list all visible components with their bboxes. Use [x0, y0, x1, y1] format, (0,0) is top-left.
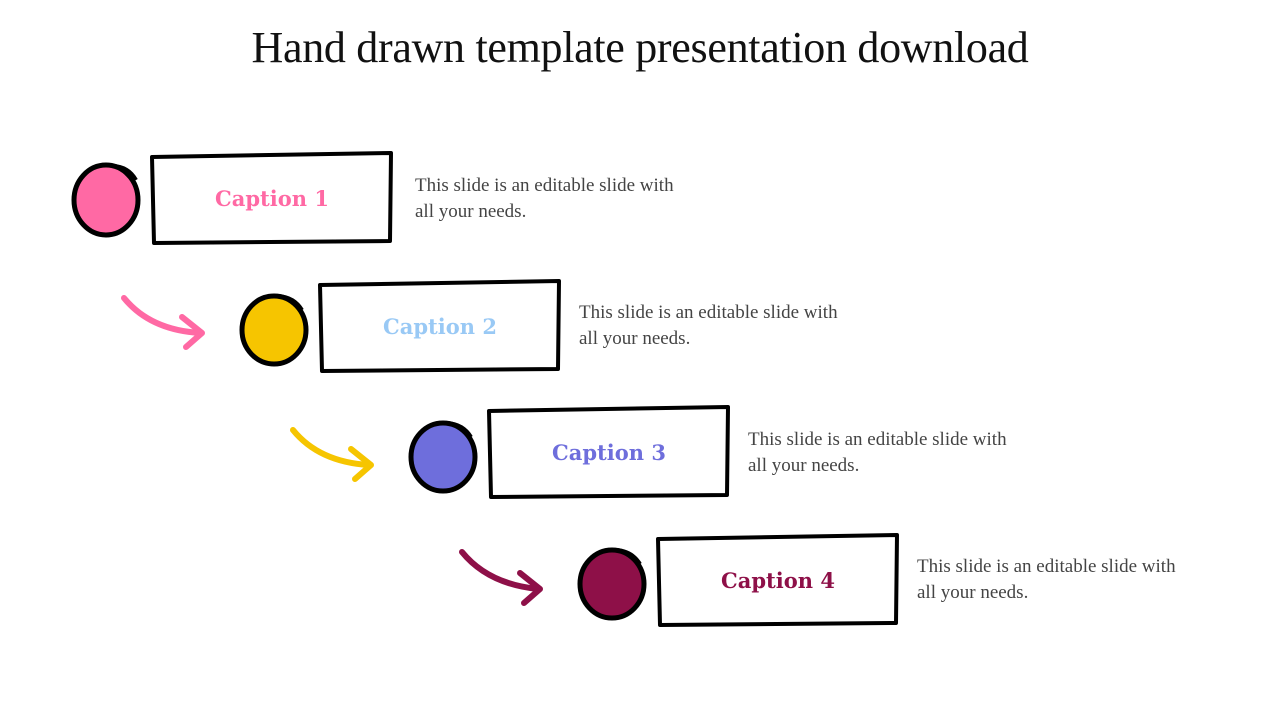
curved-arrow-icon [459, 549, 543, 606]
caption-box: Caption 3 [487, 405, 730, 499]
slide-title: Hand drawn template presentation downloa… [251, 23, 1029, 72]
caption-box: Caption 4 [656, 533, 899, 627]
circle-marker-icon [577, 547, 647, 621]
caption-box: Caption 2 [318, 279, 561, 373]
curved-arrow-icon [121, 295, 205, 350]
circle-marker-icon [71, 162, 141, 238]
step-description: This slide is an editable slide with all… [917, 556, 1176, 603]
step-description: This slide is an editable slide with all… [579, 302, 838, 349]
caption-label: Caption 3 [552, 439, 666, 465]
step-description: This slide is an editable slide with all… [415, 175, 674, 222]
curved-arrow-icon [290, 427, 374, 482]
circle-marker-icon [408, 420, 478, 494]
circle-marker-icon [239, 293, 309, 367]
caption-label: Caption 4 [721, 567, 835, 593]
caption-label: Caption 1 [215, 185, 329, 211]
caption-label: Caption 2 [383, 313, 497, 339]
step-description: This slide is an editable slide with all… [748, 429, 1007, 476]
caption-box: Caption 1 [150, 151, 393, 245]
